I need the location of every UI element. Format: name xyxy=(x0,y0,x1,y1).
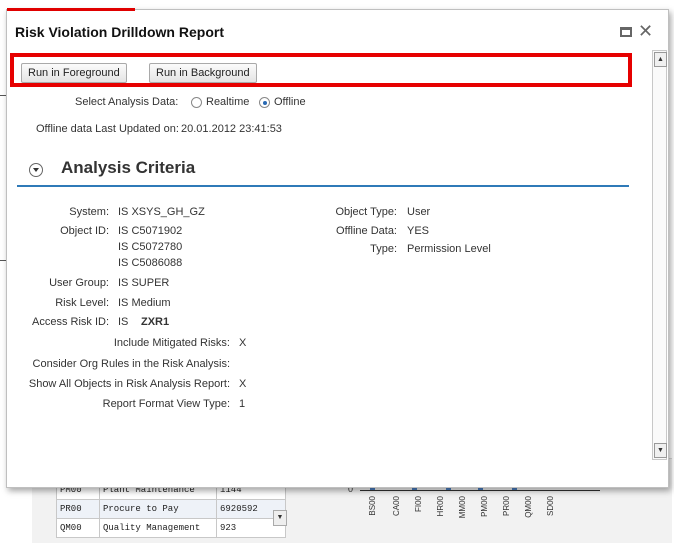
offline-updated-value: 20.01.2012 23:41:53 xyxy=(181,123,282,135)
risk-violation-dialog: Risk Violation Drilldown Report ✕ ▲ ▼ Ru… xyxy=(6,8,669,488)
show-all-objects-value: X xyxy=(239,378,247,390)
dialog-title: Risk Violation Drilldown Report xyxy=(15,24,224,40)
run-in-background-button[interactable]: Run in Background xyxy=(149,63,257,83)
risk-level-label: Risk Level: xyxy=(55,297,109,309)
org-rules-label: Consider Org Rules in the Risk Analysis: xyxy=(32,358,230,370)
analysis-criteria-header: Analysis Criteria xyxy=(17,157,629,187)
mitigated-risks-label: Include Mitigated Risks: xyxy=(113,337,230,349)
object-id-value: IS C5086088 xyxy=(118,257,183,269)
maximize-icon[interactable] xyxy=(620,27,632,37)
report-format-value: 1 xyxy=(239,398,246,410)
system-value: IS XSYS_GH_GZ xyxy=(118,206,205,218)
access-risk-label: Access Risk ID: xyxy=(31,316,109,328)
run-toolbar: Run in Foreground Run in Background xyxy=(10,53,632,87)
radio-selected-dot xyxy=(263,101,267,105)
mitigated-risks-value: X xyxy=(239,337,247,349)
title-accent-bar xyxy=(7,8,135,11)
object-type-value: User xyxy=(407,206,431,218)
chart-x-label: HR00 xyxy=(436,496,445,517)
object-id-label: Object ID: xyxy=(60,225,109,237)
background-table: PM00 Plant Maintenance 1144 PR00 Procure… xyxy=(56,480,286,538)
scroll-up-icon[interactable]: ▲ xyxy=(654,52,667,67)
table-row: QM00 Quality Management 923 xyxy=(56,518,286,538)
realtime-radio[interactable] xyxy=(191,97,202,108)
collapse-icon[interactable] xyxy=(29,163,43,177)
report-format-label: Report Format View Type: xyxy=(102,398,230,410)
type-label: Type: xyxy=(370,243,397,255)
offline-radio[interactable] xyxy=(259,97,270,108)
realtime-label[interactable]: Realtime xyxy=(206,96,249,108)
object-id-value: IS C5071902 xyxy=(118,225,183,237)
user-group-value: IS SUPER xyxy=(118,277,170,289)
scroll-down-icon[interactable]: ▼ xyxy=(654,443,667,458)
chart-x-label: SD00 xyxy=(546,496,555,517)
chart-x-label: PM00 xyxy=(480,496,489,517)
chart-x-label: MM00 xyxy=(458,496,467,519)
type-value: Permission Level xyxy=(407,243,491,255)
object-id-value: IS C5072780 xyxy=(118,241,183,253)
chart-x-label: BS00 xyxy=(368,496,377,516)
section-title: Analysis Criteria xyxy=(61,158,196,177)
offline-data-label: Offline Data: xyxy=(336,225,397,237)
access-risk-value: ZXR1 xyxy=(141,316,170,328)
chart-axis xyxy=(360,490,600,491)
object-type-label: Object Type: xyxy=(335,206,397,218)
chart-x-label: PR00 xyxy=(502,496,511,517)
offline-data-value: YES xyxy=(407,225,430,237)
risk-level-value: IS Medium xyxy=(118,297,171,309)
offline-updated-label: Offline data Last Updated on: xyxy=(36,123,179,135)
chart-x-label: FI00 xyxy=(414,496,423,513)
chevron-down-icon[interactable]: ▼ xyxy=(273,510,287,526)
access-risk-operator: IS xyxy=(118,316,129,328)
offline-label[interactable]: Offline xyxy=(274,96,306,108)
user-group-label: User Group: xyxy=(49,277,109,289)
show-all-objects-label: Show All Objects in Risk Analysis Report… xyxy=(28,378,230,390)
run-in-foreground-button[interactable]: Run in Foreground xyxy=(21,63,127,83)
table-row: PR00 Procure to Pay 6920592 xyxy=(56,499,286,519)
chart-x-label: QM00 xyxy=(524,496,533,518)
close-icon[interactable]: ✕ xyxy=(638,22,653,40)
vertical-scrollbar[interactable]: ▲ ▼ xyxy=(652,50,667,460)
system-label: System: xyxy=(69,206,109,218)
chart-x-label: CA00 xyxy=(392,496,401,517)
select-analysis-label: Select Analysis Data: xyxy=(75,96,179,108)
